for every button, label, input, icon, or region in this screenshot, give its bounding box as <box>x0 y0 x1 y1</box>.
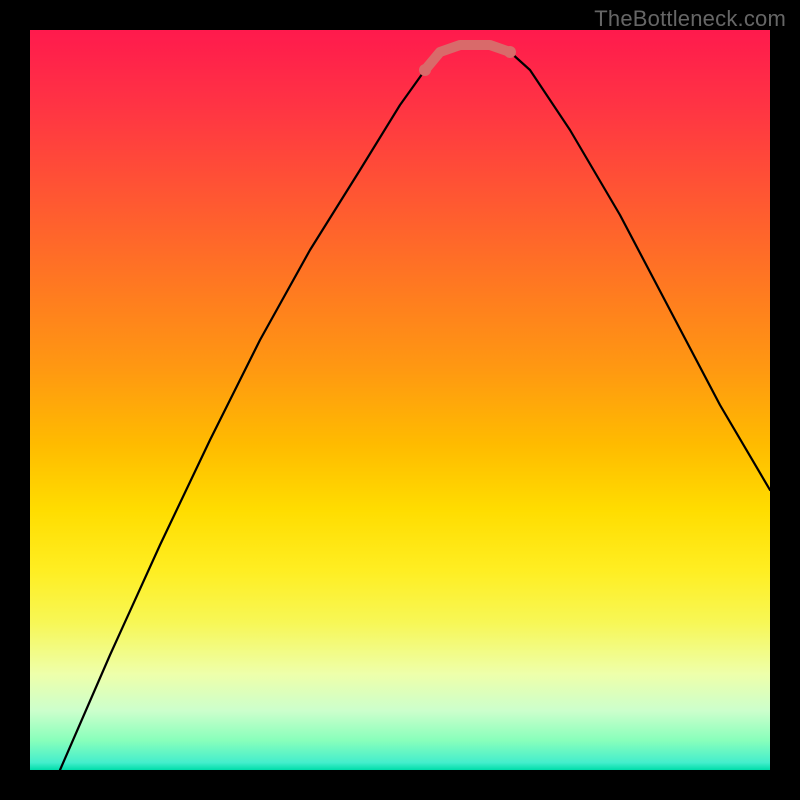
watermark-text: TheBottleneck.com <box>594 6 786 32</box>
curve-overlay <box>30 30 770 770</box>
optimal-segment <box>425 45 510 70</box>
bottleneck-curve <box>60 45 770 770</box>
optimal-endpoint <box>419 64 431 76</box>
chart-container: TheBottleneck.com <box>0 0 800 800</box>
curve-group <box>60 45 770 770</box>
optimal-endpoint <box>504 46 516 58</box>
